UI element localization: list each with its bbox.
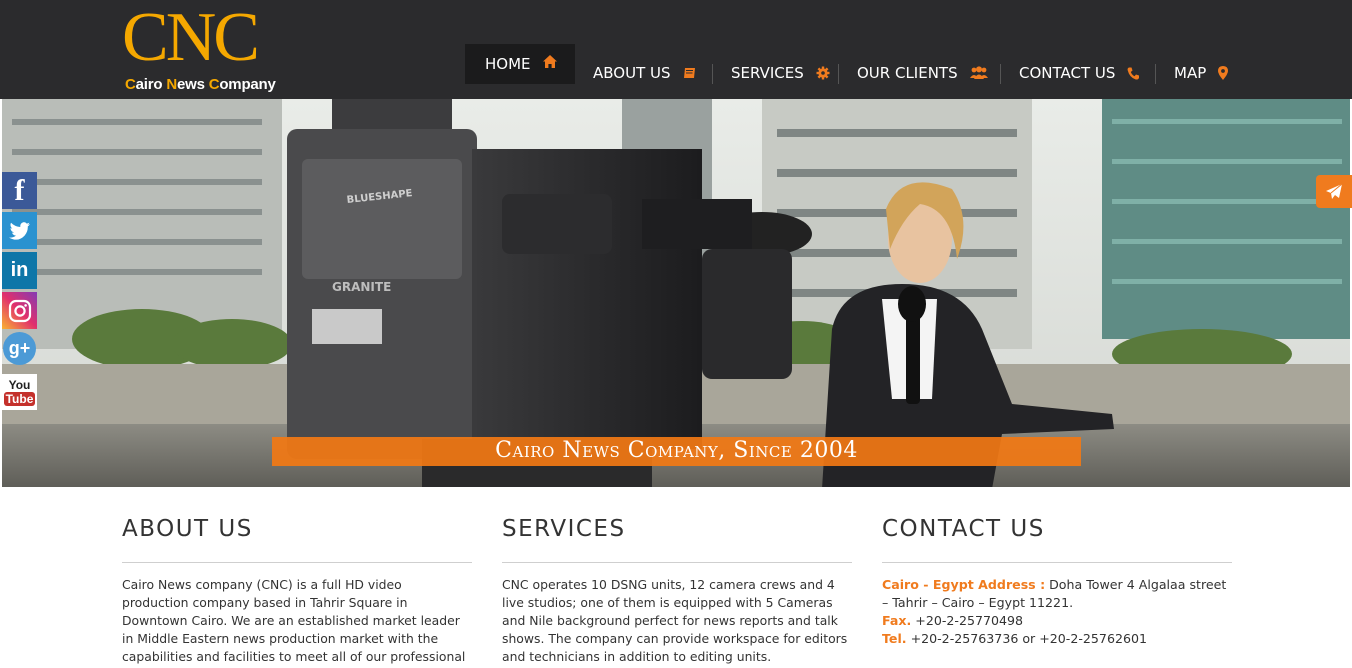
youtube-tube-text: Tube: [3, 391, 36, 406]
hero-image: BLUESHAPE GRANITE: [2, 99, 1350, 487]
home-icon: [542, 55, 557, 68]
contact-section: CONTACT US Cairo - Egypt Address : Doha …: [882, 513, 1232, 648]
facebook-icon[interactable]: f: [2, 172, 37, 209]
about-text: Cairo News company (CNC) is a full HD vi…: [122, 577, 466, 668]
services-text: CNC operates 10 DSNG units, 12 camera cr…: [502, 577, 848, 664]
nav-divider: [838, 64, 839, 84]
nav-clients-label: OUR CLIENTS: [857, 64, 958, 82]
linkedin-icon[interactable]: in: [2, 252, 37, 289]
nav-divider: [1155, 64, 1156, 84]
fax-label: Fax.: [882, 613, 912, 628]
nav-divider: [1000, 64, 1001, 84]
contact-title: CONTACT US: [882, 513, 1232, 563]
about-title: ABOUT US: [122, 513, 472, 563]
nav-services-label: SERVICES: [731, 64, 804, 82]
nav-home[interactable]: HOME: [465, 44, 575, 84]
logo-company-name: Cairo News Company: [125, 76, 276, 93]
send-message-button[interactable]: [1316, 175, 1352, 208]
tel-value: +20-2-25763736 or +20-2-25762601: [906, 631, 1148, 646]
about-section: ABOUT US Cairo News company (CNC) is a f…: [122, 513, 472, 668]
map-marker-icon: [1218, 66, 1229, 80]
nav-contact-label: CONTACT US: [1019, 64, 1116, 82]
tel-label: Tel.: [882, 631, 907, 646]
nav-home-label: HOME: [485, 55, 531, 73]
hero-slider: BLUESHAPE GRANITE Cairo News Company, Si…: [2, 99, 1350, 487]
paper-plane-icon: [1326, 183, 1342, 200]
site-header: CNC Cairo News Company HOME ABOUT US SER…: [0, 0, 1352, 99]
twitter-icon[interactable]: [2, 212, 37, 249]
contact-details: Cairo - Egypt Address : Doha Tower 4 Alg…: [882, 576, 1232, 648]
users-icon: [969, 66, 988, 80]
nav-services[interactable]: SERVICES: [731, 54, 830, 92]
gear-icon: [816, 66, 830, 80]
phone-icon: [1127, 67, 1140, 80]
google-plus-icon[interactable]: g+: [3, 332, 36, 365]
hero-banner: Cairo News Company, Since 2004: [272, 437, 1081, 466]
logo-mark: CNC: [122, 0, 260, 76]
instagram-icon[interactable]: [2, 292, 37, 329]
services-section: SERVICES CNC operates 10 DSNG units, 12 …: [502, 513, 852, 666]
nav-our-clients[interactable]: OUR CLIENTS: [857, 54, 988, 92]
nav-contact-us[interactable]: CONTACT US: [1019, 54, 1140, 92]
cnc-logo[interactable]: CNC Cairo News Company: [122, 0, 294, 98]
services-title: SERVICES: [502, 513, 852, 563]
book-icon: [683, 67, 696, 80]
nav-divider: [712, 64, 713, 84]
fax-value: +20-2-25770498: [911, 613, 1024, 628]
svg-text:GRANITE: GRANITE: [332, 280, 391, 294]
nav-about[interactable]: ABOUT US: [593, 54, 696, 92]
nav-about-label: ABOUT US: [593, 64, 671, 82]
nav-map-label: MAP: [1174, 64, 1207, 82]
youtube-you-text: You: [8, 377, 31, 392]
nav-map[interactable]: MAP: [1174, 54, 1229, 92]
youtube-icon[interactable]: You Tube: [2, 374, 37, 410]
address-label: Cairo - Egypt Address :: [882, 577, 1046, 592]
